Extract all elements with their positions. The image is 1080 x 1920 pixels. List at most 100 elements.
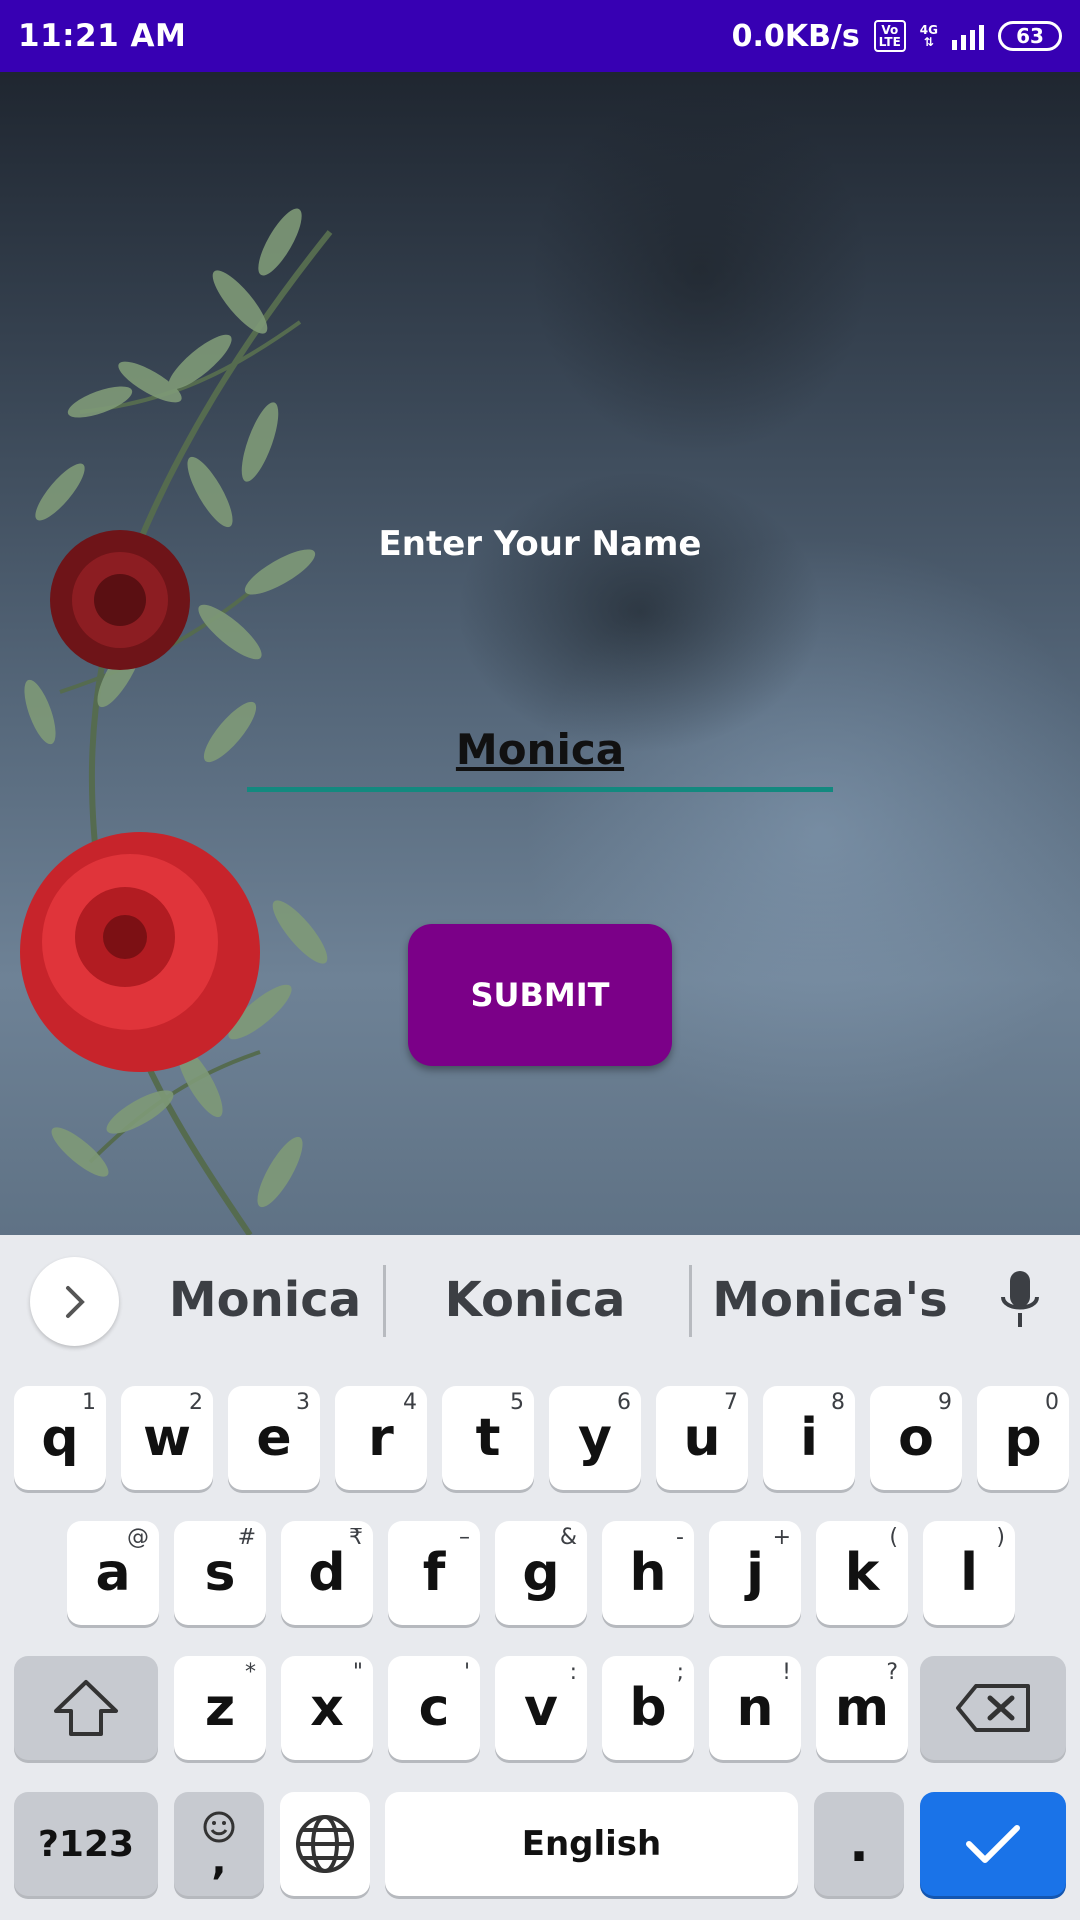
key-hint: 2 (189, 1390, 203, 1415)
status-bar: 11:21 AM 0.0KB/s Vo LTE 4G ⇅ 63 (0, 0, 1080, 72)
key-r[interactable]: r4 (335, 1386, 427, 1490)
key-label: x (310, 1678, 344, 1738)
key-g[interactable]: g & (495, 1521, 587, 1625)
key-label: j (746, 1543, 764, 1603)
key-hint: * (245, 1660, 256, 1685)
key-k[interactable]: k( (816, 1521, 908, 1625)
key-hint: 0 (1045, 1390, 1059, 1415)
key-z[interactable]: z * (174, 1656, 266, 1760)
backspace-key[interactable] (920, 1656, 1066, 1760)
key-hint: ₹ (349, 1525, 363, 1550)
key-label: b (629, 1678, 667, 1738)
suggestion-1[interactable]: Monica (140, 1265, 390, 1335)
key-label: t (475, 1408, 501, 1468)
key-label: s (204, 1543, 236, 1603)
key-hint: - (676, 1525, 684, 1550)
key-hint: # (237, 1525, 256, 1550)
key-hint: " (352, 1660, 363, 1685)
suggestion-3[interactable]: Monica's (705, 1265, 955, 1335)
key-hint: + (772, 1525, 791, 1550)
flower-decoration (20, 208, 333, 1235)
soft-keyboard: Monica Konica Monica's q1w2e3r4t5y6u7i8o… (0, 1235, 1080, 1920)
key-label: h (629, 1543, 667, 1603)
key-m[interactable]: m? (816, 1656, 908, 1760)
key-c[interactable]: c ' (388, 1656, 480, 1760)
key-s[interactable]: s # (174, 1521, 266, 1625)
key-t[interactable]: t5 (442, 1386, 534, 1490)
key-label: p (1004, 1408, 1042, 1468)
emoji-comma-key[interactable]: , (174, 1792, 264, 1896)
suggestion-2[interactable]: Konica (410, 1265, 660, 1335)
key-hint: ) (996, 1525, 1005, 1550)
key-o[interactable]: o9 (870, 1386, 962, 1490)
suggestion-divider (689, 1265, 692, 1337)
key-hint: ! (782, 1660, 791, 1685)
key-h[interactable]: h- (602, 1521, 694, 1625)
key-label: y (578, 1408, 612, 1468)
key-hint: 3 (296, 1390, 310, 1415)
key-label: f (422, 1543, 446, 1603)
key-hint: : (569, 1660, 577, 1685)
key-label: i (800, 1408, 818, 1468)
comma-label: , (211, 1838, 227, 1884)
key-w[interactable]: w2 (121, 1386, 213, 1490)
network-speed: 0.0KB/s (731, 18, 860, 54)
key-label: k (844, 1543, 880, 1603)
key-label: a (95, 1543, 131, 1603)
key-l[interactable]: l) (923, 1521, 1015, 1625)
key-p[interactable]: p0 (977, 1386, 1069, 1490)
key-q[interactable]: q1 (14, 1386, 106, 1490)
key-hint: 4 (403, 1390, 417, 1415)
name-input[interactable] (247, 712, 833, 792)
app-background: Enter Your Name SUBMIT (0, 72, 1080, 1235)
key-label: l (960, 1543, 978, 1603)
shift-key[interactable] (14, 1656, 158, 1760)
battery-level: 63 (1016, 24, 1044, 48)
volte-icon: Vo LTE (873, 20, 906, 52)
voice-input-button[interactable] (990, 1265, 1050, 1335)
key-u[interactable]: u7 (656, 1386, 748, 1490)
language-key[interactable] (280, 1792, 370, 1896)
backspace-icon (956, 1684, 1030, 1732)
key-y[interactable]: y6 (549, 1386, 641, 1490)
key-hint: 1 (82, 1390, 96, 1415)
key-n[interactable]: n! (709, 1656, 801, 1760)
symbols-key[interactable]: ?123 (14, 1792, 158, 1896)
key-hint: 8 (831, 1390, 845, 1415)
done-key[interactable] (920, 1792, 1066, 1896)
key-label: d (308, 1543, 346, 1603)
key-j[interactable]: j + (709, 1521, 801, 1625)
status-indicators: 0.0KB/s Vo LTE 4G ⇅ 63 (732, 19, 1062, 54)
key-hint: – (459, 1525, 470, 1550)
key-e[interactable]: e3 (228, 1386, 320, 1490)
key-label: z (204, 1678, 236, 1738)
mic-icon (1001, 1271, 1039, 1327)
submit-button[interactable]: SUBMIT (408, 924, 672, 1066)
key-hint: & (559, 1525, 577, 1550)
key-d[interactable]: d ₹ (281, 1521, 373, 1625)
key-label: q (41, 1408, 79, 1468)
key-f[interactable]: f – (388, 1521, 480, 1625)
suggestion-divider (383, 1265, 386, 1337)
network-type: 4G ⇅ (920, 24, 938, 48)
period-key[interactable]: . (814, 1792, 904, 1896)
key-label: c (418, 1678, 450, 1738)
key-label: e (256, 1408, 292, 1468)
key-i[interactable]: i8 (763, 1386, 855, 1490)
shift-icon (54, 1680, 118, 1736)
key-x[interactable]: x " (281, 1656, 373, 1760)
key-b[interactable]: b; (602, 1656, 694, 1760)
key-label: u (683, 1408, 721, 1468)
key-hint: 7 (724, 1390, 738, 1415)
key-a[interactable]: a @ (67, 1521, 159, 1625)
key-hint: 5 (510, 1390, 524, 1415)
space-key[interactable]: English (385, 1792, 798, 1896)
key-hint: ; (676, 1660, 684, 1685)
signal-icon (952, 22, 984, 50)
status-time: 11:21 AM (18, 18, 187, 54)
expand-toolbar-button[interactable] (30, 1257, 119, 1346)
key-hint: 9 (938, 1390, 952, 1415)
key-v[interactable]: v: (495, 1656, 587, 1760)
volte-bottom-label: LTE (878, 35, 901, 49)
key-label: v (524, 1678, 558, 1738)
